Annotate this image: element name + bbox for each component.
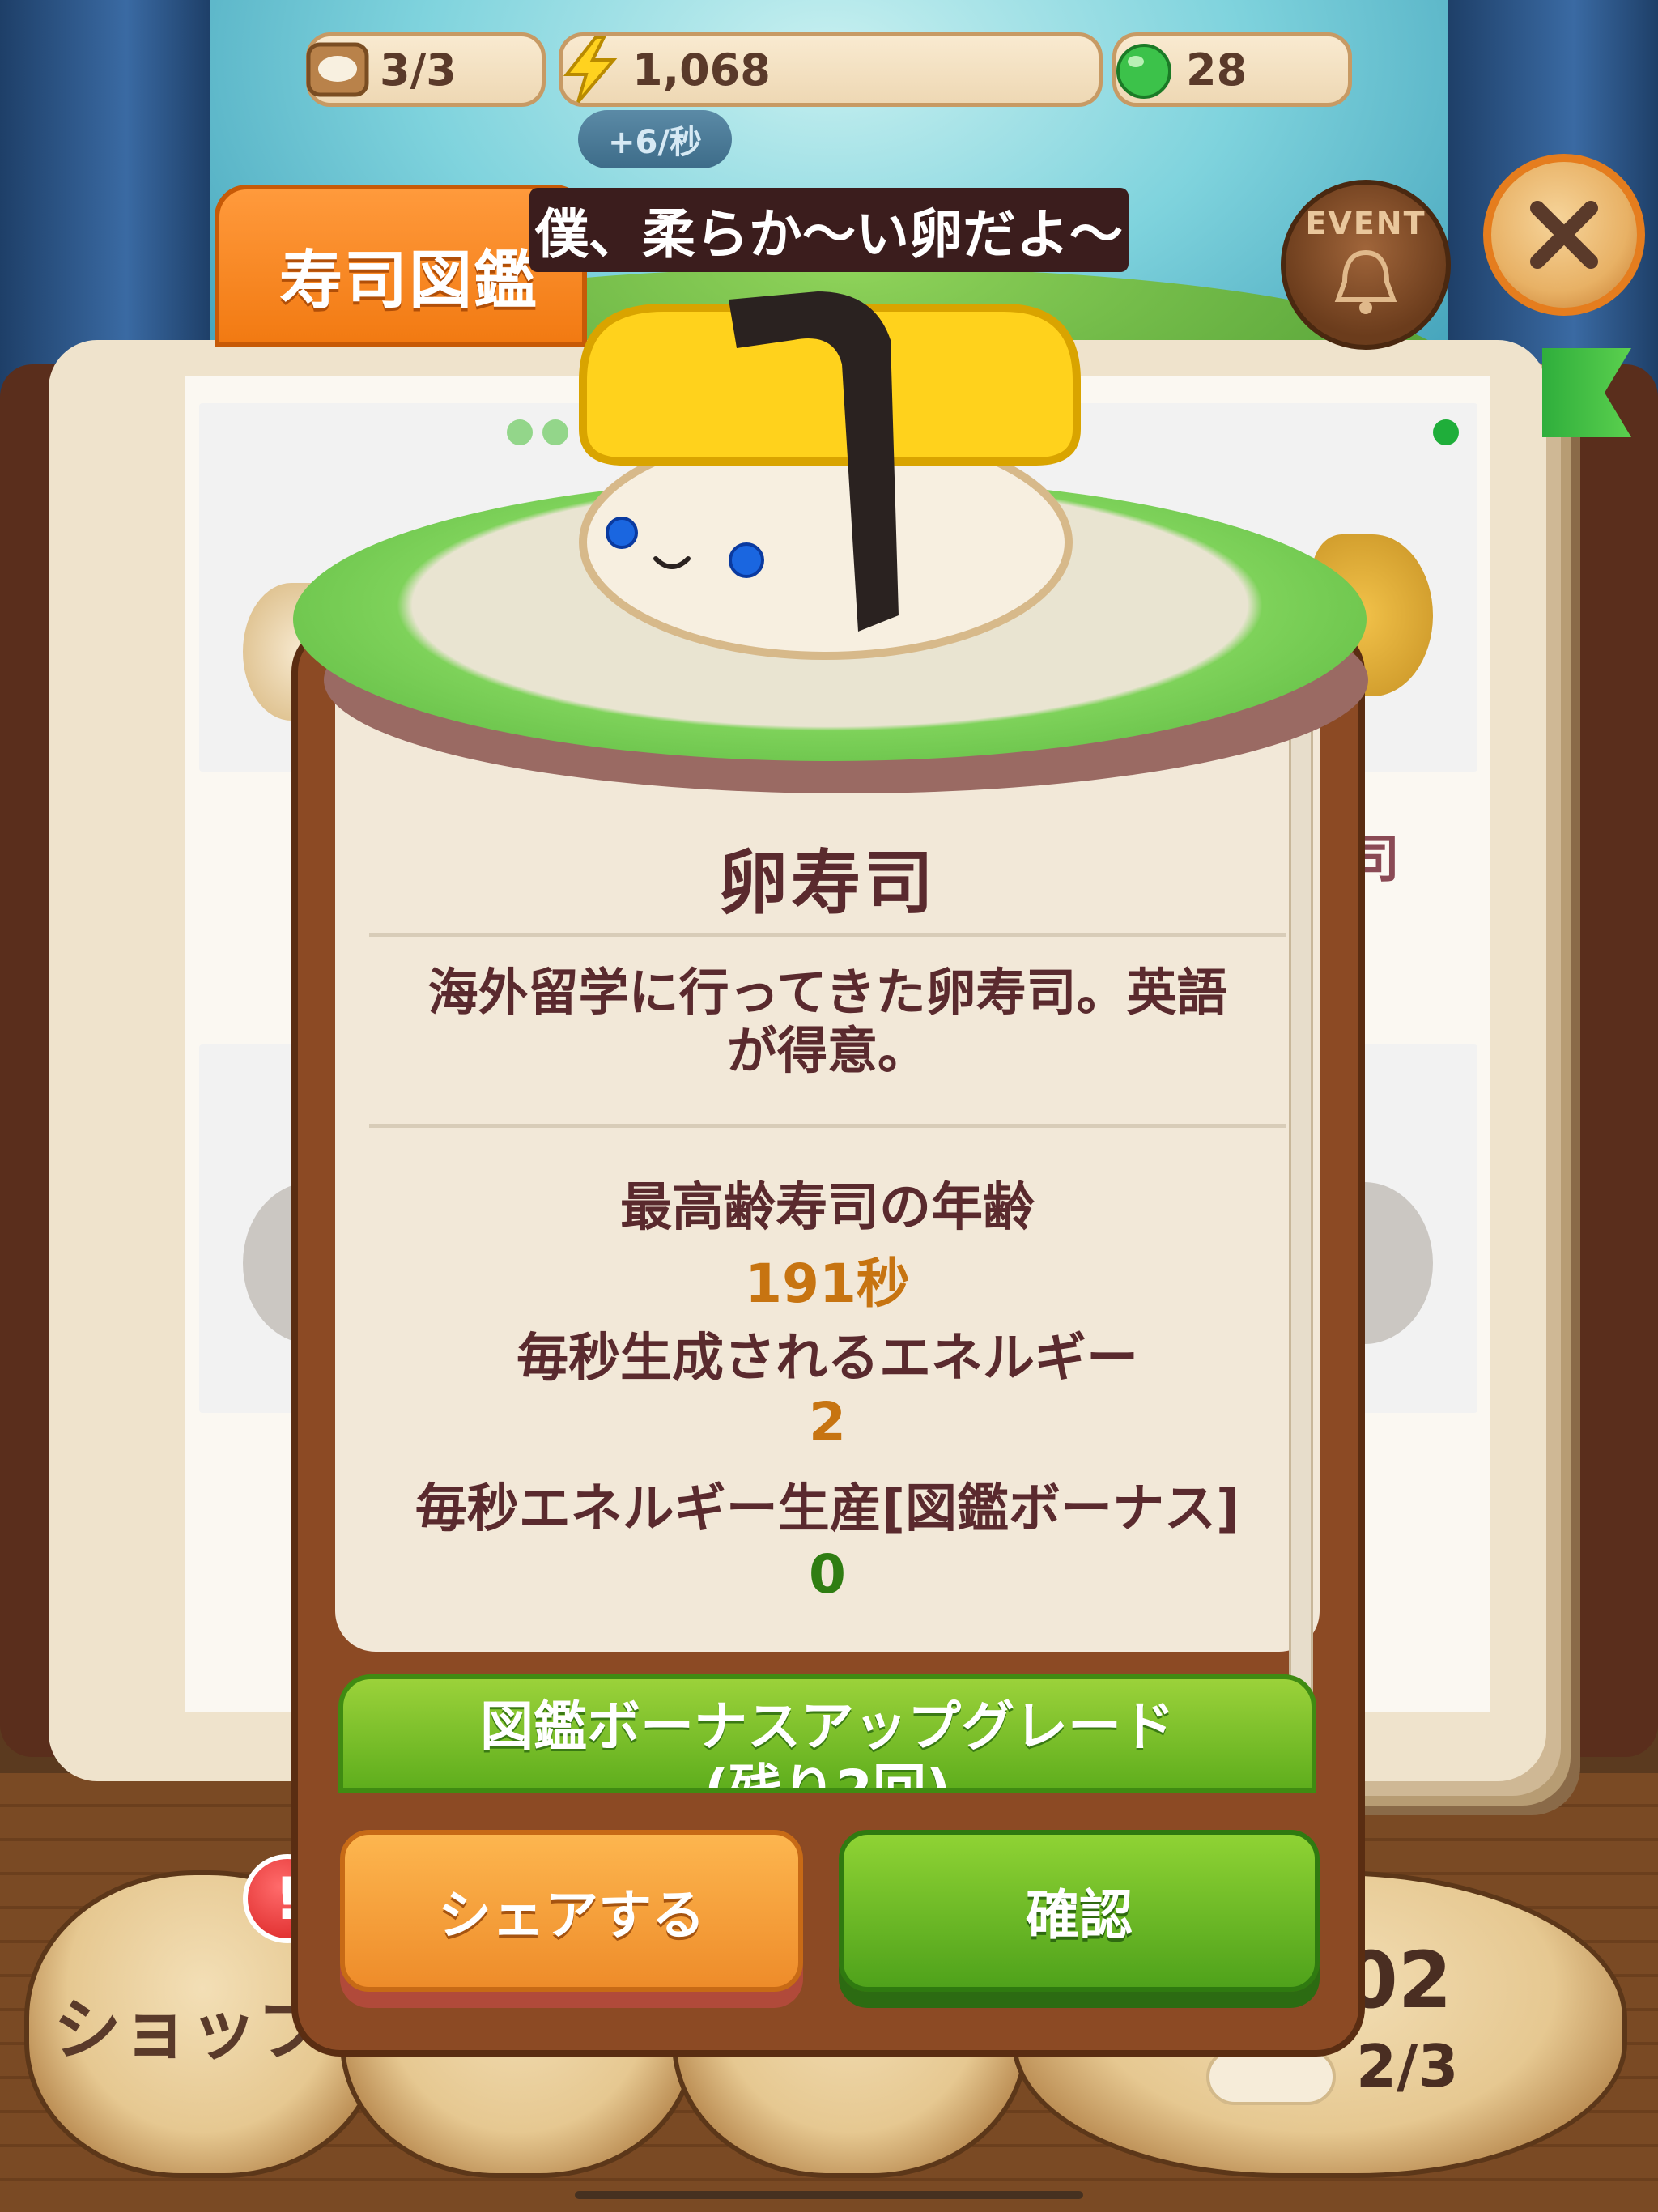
sushi-name: 卵寿司 (718, 843, 937, 924)
energy-rate-badge: +6/秒 (578, 110, 732, 168)
upgrade-bonus-button[interactable]: 図鑑ボーナスアップグレード (残り2回) (338, 1674, 1316, 1793)
stat-label-oldest-age: 最高齢寿司の年齢 (620, 1178, 1035, 1238)
sushi-count: 3/3 (380, 44, 457, 96)
description-line-2: が得意。 (726, 1021, 928, 1080)
event-label: EVENT (1305, 206, 1426, 241)
upgrade-remaining: (残り2回) (704, 1759, 951, 1793)
description-line-1: 海外留学に行ってきた卵寿司。英語 (427, 963, 1227, 1022)
stump-count: 2/3 (1356, 2032, 1459, 2100)
share-button[interactable]: シェアする (340, 1830, 803, 1992)
divider (369, 933, 1286, 937)
gem-count: 28 (1186, 44, 1248, 96)
stat-label-encyclopedia-bonus: 毎秒エネルギー生産[図鑑ボーナス] (414, 1479, 1240, 1539)
tab-label: 寿司図鑑 (279, 245, 539, 317)
sushi-box-icon (299, 31, 376, 108)
sushi-count-display: 3/3 (306, 32, 546, 107)
shop-label: ショップ (53, 1990, 326, 2069)
stat-value-encyclopedia-bonus: 0 (809, 1543, 846, 1606)
confirm-button[interactable]: 確認 (839, 1830, 1320, 1992)
upgrade-label: 図鑑ボーナスアップグレード (480, 1695, 1175, 1758)
sushi-description: 海外留学に行ってきた卵寿司。英語 が得意。 (356, 963, 1299, 1080)
energy-value: 1,068 (632, 44, 771, 96)
stat-label-energy-per-second: 毎秒生成されるエネルギー (517, 1329, 1138, 1389)
close-button[interactable] (1483, 154, 1645, 316)
stat-value-oldest-age: 191秒 (745, 1253, 910, 1315)
stat-value-energy-per-second: 2 (809, 1391, 846, 1453)
status-dot (507, 419, 533, 445)
divider (369, 1124, 1286, 1128)
event-button[interactable]: EVENT (1281, 180, 1451, 350)
status-dot (1433, 419, 1459, 445)
green-gem-icon (1105, 31, 1183, 108)
gem-display: 28 (1112, 32, 1352, 107)
energy-display: 1,068 (559, 32, 1103, 107)
small-sushi-icon (1206, 2048, 1336, 2105)
speech-bubble: 僕、柔らか〜い卵だよ〜 (529, 188, 1129, 272)
bell-icon (1334, 249, 1397, 314)
home-indicator (575, 2191, 1083, 2199)
egg-sushi-character (579, 291, 1081, 660)
lightning-icon (551, 31, 629, 108)
close-icon (1530, 201, 1598, 269)
